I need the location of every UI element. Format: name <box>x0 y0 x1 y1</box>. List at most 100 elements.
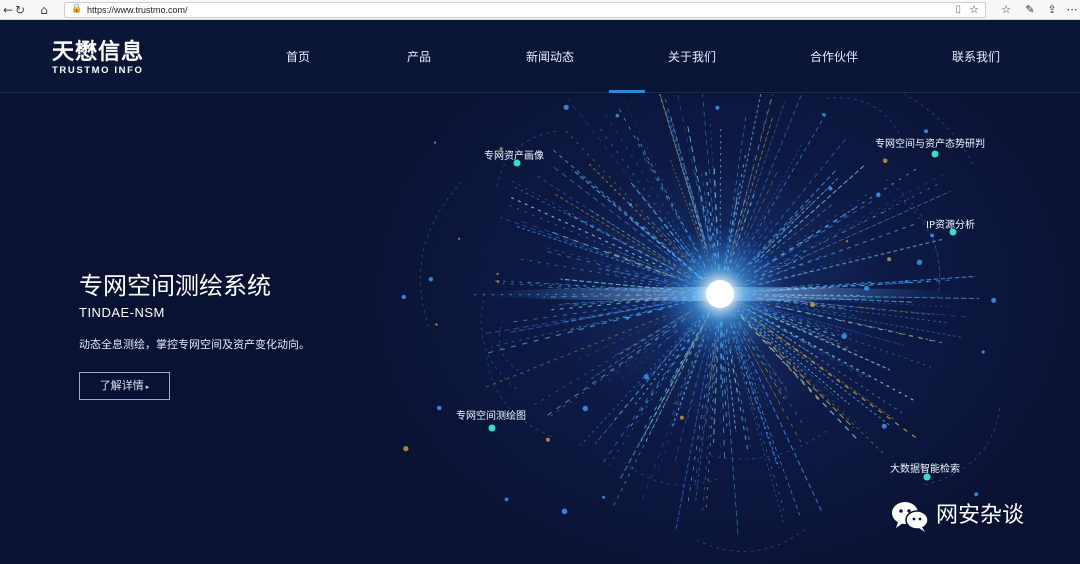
sparkle-dot <box>625 316 629 320</box>
orbit-arc <box>903 94 974 165</box>
burst-ray <box>729 349 749 453</box>
sparkle-dot <box>841 333 847 339</box>
burst-ray <box>736 345 779 467</box>
orbit-arc <box>419 181 462 327</box>
sparkle-dot <box>876 192 881 198</box>
sparkle-dot <box>904 280 908 284</box>
watermark: 网安杂谈 <box>890 498 1024 534</box>
feature-ip-analysis[interactable]: IP资源分析 <box>926 219 975 233</box>
burst-ray <box>776 305 941 344</box>
burst-ray <box>516 226 667 277</box>
core-center <box>706 280 734 308</box>
arrow-right-icon: ▸ <box>145 383 150 391</box>
reading-view-icon[interactable]: ▯ <box>955 4 961 15</box>
burst-ray <box>759 167 918 270</box>
pen-icon[interactable]: ✎ <box>1022 2 1038 18</box>
sparkle-dot <box>822 113 826 117</box>
sparkle-dot <box>924 129 928 134</box>
sparkle-dot <box>916 259 923 265</box>
burst-ray <box>508 195 669 271</box>
sparkle-dot <box>403 446 409 452</box>
refresh-icon[interactable]: ↻ <box>12 2 28 18</box>
burst-ray <box>771 199 904 268</box>
nav-partners[interactable]: 合作伙伴 <box>810 47 858 67</box>
browser-toolbar: ← ↻ ⌂ 🔒 https://www.trustmo.com/ ▯ ☆ ☆ ✎… <box>0 0 1080 20</box>
feature-asset-profile[interactable]: 专网资产画像 <box>484 150 544 164</box>
network-burst-graphic <box>401 94 1001 552</box>
sparkle-dot <box>643 374 649 380</box>
home-icon[interactable]: ⌂ <box>36 2 52 18</box>
orbit-arc <box>480 297 517 390</box>
more-icon[interactable]: ⋯ <box>1064 2 1080 18</box>
learn-more-button[interactable]: 了解详情 ▸ <box>79 372 170 400</box>
sparkle-dot <box>545 437 550 442</box>
hero-banner: 专网空间测绘系统 TINDAE-NSM 动态全息测绘，掌控专网空间及资产变化动向… <box>0 94 1080 564</box>
burst-ray <box>753 327 884 455</box>
nav-home[interactable]: 首页 <box>286 47 310 67</box>
sparkle-dot <box>504 497 509 502</box>
burst-ray <box>586 161 684 258</box>
nav-news[interactable]: 新闻动态 <box>526 47 574 67</box>
burst-ray <box>764 183 939 273</box>
feature-situation-research[interactable]: 专网空间与资产态势研判 <box>875 138 985 152</box>
burst-ray <box>664 96 708 248</box>
sparkle-dot <box>437 405 442 411</box>
logo-chinese: 天懋信息 <box>52 40 145 65</box>
sparkle-dot <box>882 158 888 163</box>
sparkle-dot <box>563 104 569 110</box>
sparkle-dot <box>828 186 833 191</box>
share-icon[interactable]: ⇪ <box>1044 2 1060 18</box>
sparkle-dot <box>561 508 568 515</box>
sparkle-dot <box>435 323 438 326</box>
logo-english: TRUSTMO INFO <box>52 65 144 76</box>
feature-bigdata-search[interactable]: 大数据智能检索 <box>890 463 960 477</box>
sparkle-dot <box>782 228 786 231</box>
favorites-icon[interactable]: ☆ <box>998 2 1014 18</box>
lock-icon: 🔒 <box>71 4 83 14</box>
nav-products[interactable]: 产品 <box>407 47 431 67</box>
learn-more-label: 了解详情 <box>99 379 144 392</box>
sparkle-dot <box>887 257 892 262</box>
sparkle-dot <box>930 233 935 238</box>
sparkle-dot <box>974 492 979 497</box>
site-header: 天懋信息 TRUSTMO INFO 首页 产品 新闻动态 关于我们 合作伙伴 联… <box>0 20 1080 93</box>
sparkle-dot <box>496 280 500 283</box>
sparkle-dot <box>810 302 815 308</box>
sparkle-dot <box>401 294 406 300</box>
sparkle-dot <box>602 495 606 499</box>
burst-ray <box>705 346 718 509</box>
burst-ray <box>759 172 947 274</box>
hero-title: 专网空间测绘系统 <box>79 272 271 300</box>
burst-ray <box>550 325 677 417</box>
watermark-text: 网安杂谈 <box>936 503 1025 528</box>
sparkle-dot <box>679 415 684 420</box>
orbit-arc <box>624 462 719 486</box>
sparkle-dot <box>433 141 437 144</box>
logo[interactable]: 天懋信息 TRUSTMO INFO <box>52 41 144 77</box>
sparkle-dot <box>458 237 461 240</box>
nav-about[interactable]: 关于我们 <box>668 47 716 67</box>
sparkle-dot <box>881 423 887 429</box>
nav-contact[interactable]: 联系我们 <box>952 47 1000 67</box>
wechat-icon <box>892 502 929 532</box>
sparkle-dot <box>715 105 720 110</box>
sparkle-dot <box>846 240 849 243</box>
address-bar[interactable]: 🔒 https://www.trustmo.com/ ▯ ☆ <box>64 2 986 18</box>
sparkle-dot <box>496 272 499 275</box>
orbit-arc <box>499 321 525 376</box>
orbit-arc <box>825 97 902 138</box>
feature-node <box>488 424 496 432</box>
nav-active-indicator <box>609 90 645 93</box>
favorite-star-icon[interactable]: ☆ <box>969 3 979 16</box>
sparkle-dot <box>628 202 632 207</box>
sparkle-dot <box>991 297 997 303</box>
burst-ray <box>735 348 785 511</box>
sparkle-dot <box>981 350 985 354</box>
burst-ray <box>487 307 664 354</box>
feature-mapping-graph[interactable]: 专网空间测绘图 <box>456 410 526 424</box>
hero-subtitle: TINDAE-NSM <box>79 305 165 320</box>
sparkle-dot <box>582 405 588 412</box>
sparkle-dot <box>615 113 620 118</box>
hero-description: 动态全息测绘，掌控专网空间及资产变化动向。 <box>79 338 310 351</box>
sparkle-dot <box>428 277 434 282</box>
